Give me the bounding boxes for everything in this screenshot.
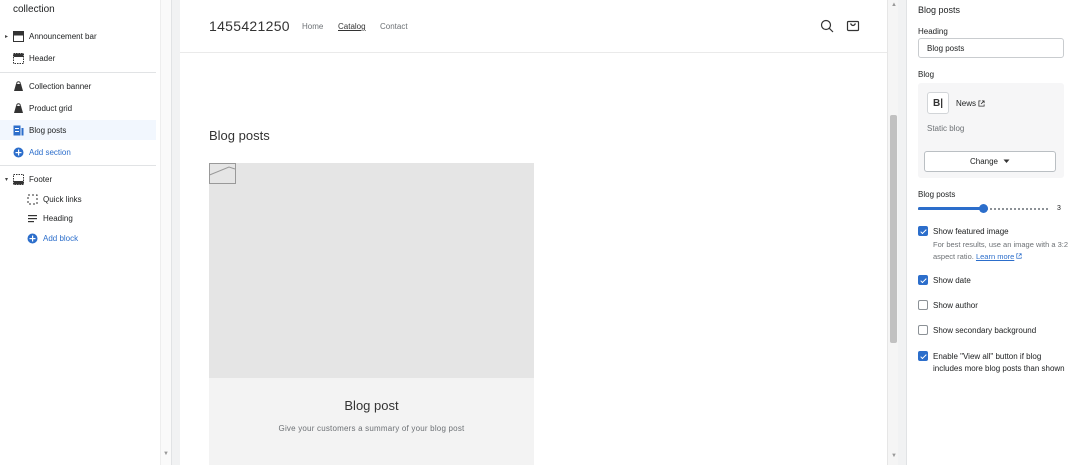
scroll-down-arrow-icon[interactable]: ▼ — [891, 453, 897, 459]
sidebar-item-collection-banner[interactable]: Collection banner — [0, 76, 156, 96]
plus-circle-icon — [27, 233, 38, 243]
blog-field-label: Blog — [918, 70, 935, 79]
sidebar-item-label: Product grid — [29, 103, 73, 113]
caret-down-icon — [1003, 159, 1010, 163]
sidebar-item-label: Announcement bar — [29, 31, 97, 41]
heading-field-label: Heading — [918, 27, 948, 36]
settings-panel: Blog posts Heading Blog posts Blog B| Ne… — [906, 0, 1080, 465]
nav-link-home[interactable]: Home — [302, 22, 323, 31]
enable-view-all-checkbox[interactable] — [918, 351, 928, 361]
preview-scroll-thumb[interactable] — [890, 115, 897, 343]
sidebar-item-product-grid[interactable]: Product grid — [0, 98, 156, 118]
template-title: collection — [13, 4, 55, 15]
sidebar-item-label: Footer — [29, 174, 53, 184]
checkbox-label: Show author — [933, 301, 978, 310]
collection-icon — [14, 80, 23, 91]
blog-post-summary: Give your customers a summary of your bl… — [278, 424, 465, 433]
sidebar-item-label: Quick links — [43, 194, 82, 204]
header-layout-icon — [13, 52, 24, 64]
chevron-right-icon[interactable]: ▸ — [5, 33, 8, 40]
sidebar-item-announcement-bar[interactable]: ▸ Announcement bar — [0, 26, 156, 46]
checkbox-label: Show date — [933, 276, 971, 285]
sidebar-item-label: Collection banner — [29, 81, 92, 91]
change-button-label: Change — [969, 157, 999, 166]
image-placeholder-icon — [209, 163, 236, 184]
change-blog-button[interactable]: Change — [924, 151, 1056, 172]
blog-name[interactable]: News — [956, 99, 976, 108]
product-grid-icon — [14, 102, 23, 113]
sidebar-item-label: Heading — [43, 213, 73, 223]
sidebar-item-label: Header — [29, 53, 56, 63]
store-preview: 1455421250 Home Catalog Contact Blog pos… — [180, 0, 887, 465]
blog-posts-count-value: 3 — [1057, 205, 1061, 212]
sidebar-divider — [0, 72, 156, 73]
dashed-frame-icon — [27, 194, 38, 204]
blog-post-card[interactable]: Blog post Give your customers a summary … — [209, 378, 534, 465]
chevron-down-icon[interactable]: ▾ — [5, 176, 8, 183]
blog-posts-slider-fill — [918, 207, 983, 210]
checkbox-label: Show secondary background — [933, 326, 1037, 335]
blog-posts-count-label: Blog posts — [918, 190, 956, 199]
blog-posts-slider-thumb[interactable] — [979, 204, 988, 213]
nav-link-contact[interactable]: Contact — [380, 22, 408, 31]
store-logo-text[interactable]: 1455421250 — [209, 18, 290, 34]
show-author-checkbox[interactable] — [918, 300, 928, 310]
sidebar-divider — [0, 165, 156, 166]
show-secondary-background-option[interactable]: Show secondary background — [918, 325, 1070, 337]
text-lines-icon — [28, 214, 37, 222]
scroll-down-arrow-icon[interactable]: ▼ — [163, 451, 169, 457]
sidebar-item-header[interactable]: Header — [0, 48, 156, 68]
enable-view-all-option[interactable]: Enable "View all" button if blog include… — [918, 351, 1070, 387]
sidebar-item-quick-links[interactable]: Quick links — [0, 189, 156, 209]
checkbox-label: Show featured image — [933, 227, 1009, 236]
sidebar-item-footer[interactable]: ▾ Footer — [0, 169, 156, 189]
add-block-label: Add block — [43, 233, 79, 243]
add-block-button[interactable]: Add block — [0, 228, 156, 248]
featured-image-help-text: For best results, use an image with a 3:… — [933, 240, 1069, 261]
section-layout-icon — [13, 30, 24, 42]
blog-picker-card: B| News Static blog Change — [918, 83, 1064, 178]
scroll-up-arrow-icon[interactable]: ▲ — [891, 2, 897, 8]
plus-circle-icon — [13, 147, 24, 157]
sidebar-item-blog-posts[interactable]: Blog posts — [0, 120, 156, 140]
preview-scrollbar[interactable]: ▲ ▼ — [887, 0, 898, 465]
cart-icon[interactable] — [846, 18, 860, 32]
sidebar-item-label: Blog posts — [29, 125, 67, 135]
learn-more-link[interactable]: Learn more — [976, 252, 1014, 261]
add-section-label: Add section — [29, 147, 71, 157]
checkbox-label: Enable "View all" button if blog include… — [933, 352, 1065, 373]
sidebar-item-heading[interactable]: Heading — [0, 208, 156, 228]
external-link-icon[interactable] — [1016, 253, 1022, 259]
blog-type-text: Static blog — [927, 124, 965, 133]
show-secondary-background-checkbox[interactable] — [918, 325, 928, 335]
show-date-option[interactable]: Show date — [918, 275, 1070, 287]
heading-input[interactable]: Blog posts — [918, 38, 1064, 58]
show-featured-image-option[interactable]: Show featured image For best results, us… — [918, 226, 1070, 262]
sidebar-scrollbar[interactable]: ▼ — [160, 0, 171, 465]
blog-icon — [13, 125, 24, 135]
show-author-option[interactable]: Show author — [918, 300, 1070, 312]
panel-title: Blog posts — [918, 5, 961, 15]
sections-sidebar: collection ▸ Announcement bar Header Col… — [0, 0, 172, 465]
nav-link-catalog[interactable]: Catalog — [338, 22, 366, 31]
show-date-checkbox[interactable] — [918, 275, 928, 285]
search-icon[interactable] — [820, 19, 834, 33]
blog-post-title[interactable]: Blog post — [209, 398, 534, 413]
blog-section-title: Blog posts — [209, 128, 270, 143]
show-featured-image-checkbox[interactable] — [918, 226, 928, 236]
external-link-icon[interactable] — [978, 100, 985, 107]
blog-post-image-placeholder[interactable] — [209, 163, 534, 378]
add-section-button[interactable]: Add section — [0, 142, 156, 162]
blog-thumbnail-icon: B| — [927, 92, 949, 114]
header-divider — [180, 52, 887, 53]
footer-layout-icon — [13, 173, 24, 185]
